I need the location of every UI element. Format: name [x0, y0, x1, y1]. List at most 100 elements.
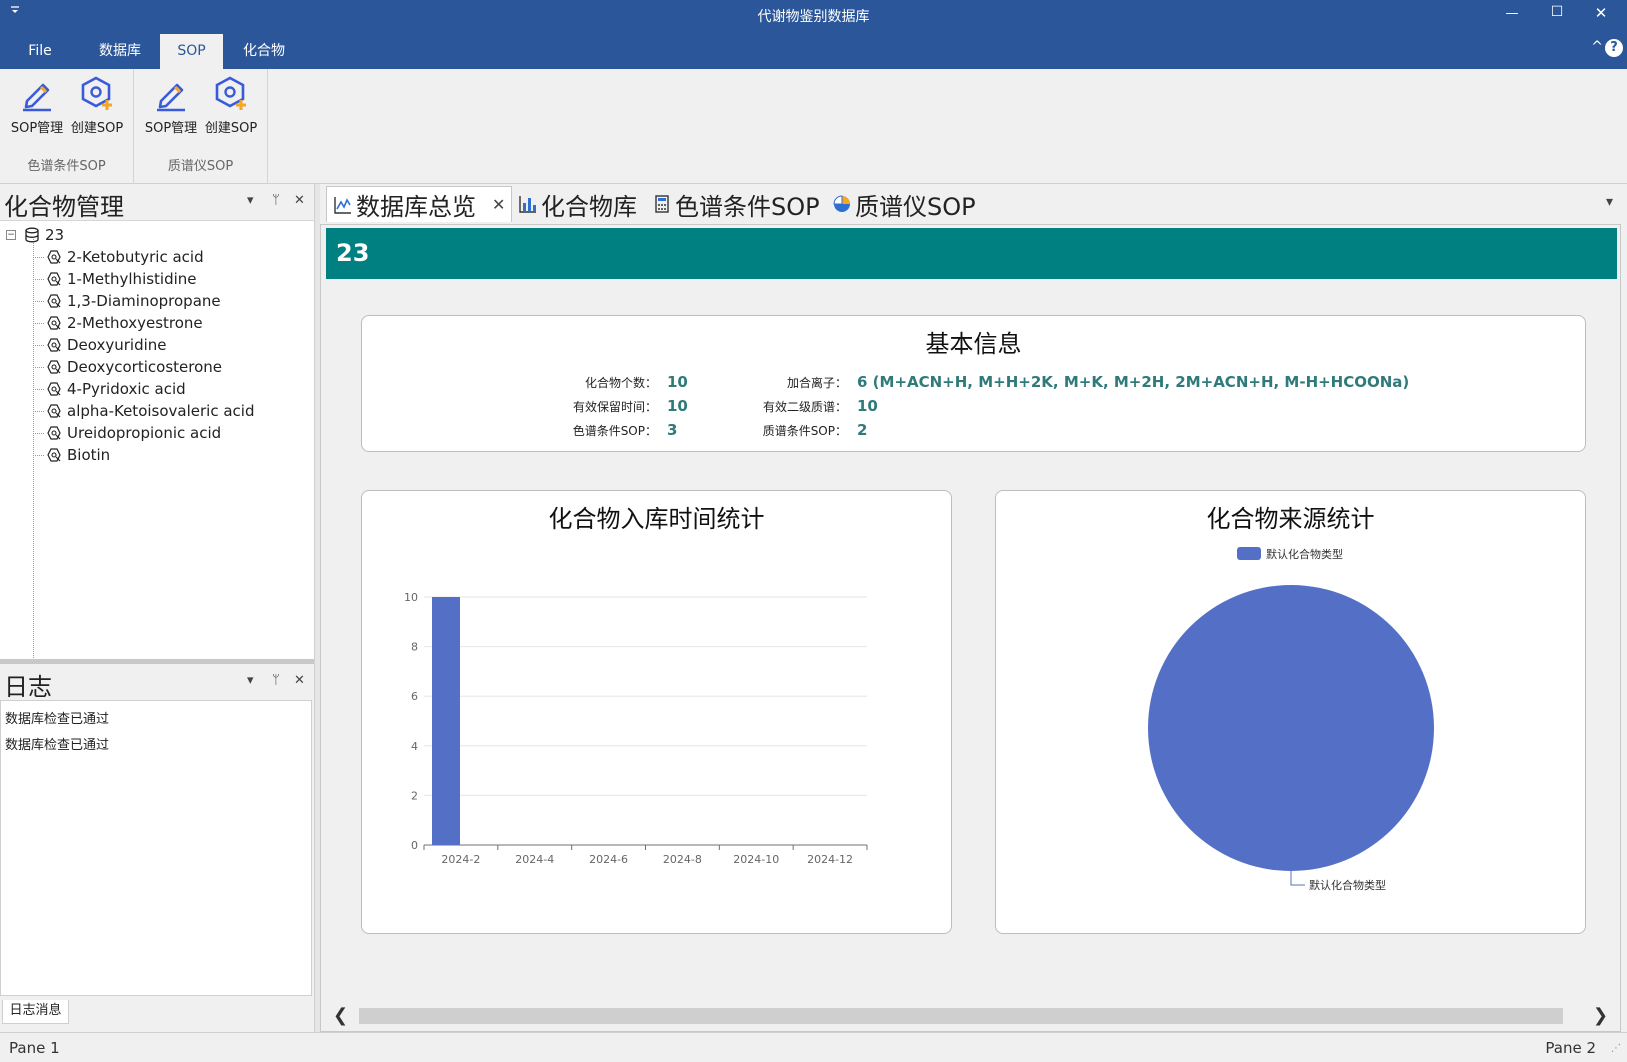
scroll-right-icon[interactable]: ❯ [1593, 1005, 1608, 1026]
tree-connector [33, 411, 44, 412]
compound-tree-item[interactable]: Deoxycorticosterone [46, 356, 222, 378]
horizontal-scrollbar[interactable]: ❮ ❯ [331, 1005, 1612, 1027]
resize-grip-icon[interactable]: ⋰ [1611, 1043, 1621, 1054]
chrom-sop-create-button[interactable]: 创建SOP [68, 75, 126, 136]
compound-name: Deoxyuridine [67, 336, 167, 354]
tree-connector [33, 433, 44, 434]
info-key: 加合离子： [786, 376, 847, 390]
hexagon-add-icon [215, 76, 246, 110]
status-pane-1: Pane 1 [9, 1039, 60, 1057]
log-list[interactable]: 数据库检查已通过 数据库检查已通过 [0, 700, 312, 996]
scroll-left-icon[interactable]: ❮ [333, 1005, 348, 1026]
compound-name: alpha-Ketoisovaleric acid [67, 402, 255, 420]
info-compound-count: 化合物个数： 10 [547, 373, 688, 391]
help-icon[interactable]: ? [1605, 39, 1623, 57]
panel-menu-icon[interactable]: ▾ [247, 193, 254, 208]
document-tabs: 数据库总览 ✕ 化合物库 色谱条件SOP 质谱仪SOP ▾ [320, 184, 1627, 224]
info-key: 质谱条件SOP： [762, 424, 847, 438]
molecule-icon [47, 294, 61, 308]
compound-tree-item[interactable]: 2-Ketobutyric acid [46, 246, 204, 268]
info-chrom-sop: 色谱条件SOP： 3 [547, 421, 678, 439]
compound-name: 1-Methylhistidine [67, 270, 197, 288]
doc-tab-chrom-sop[interactable]: 色谱条件SOP [652, 186, 820, 222]
edit-pencil-icon [23, 83, 51, 112]
calculator-icon [655, 195, 669, 213]
x-tick-label: 2024-10 [733, 853, 779, 866]
scroll-track[interactable] [359, 1008, 1563, 1024]
x-tick-label: 2024-6 [589, 853, 628, 866]
ms-sop-create-button[interactable]: 创建SOP [202, 75, 260, 136]
info-valid-ms2: 有效二级质谱： 10 [737, 397, 878, 415]
tree-root-node[interactable]: − 23 [6, 224, 64, 246]
molecule-icon [47, 316, 61, 330]
status-bar: Pane 1 Pane 2 ⋰ [0, 1032, 1627, 1062]
panel-close-icon[interactable]: ✕ [294, 193, 305, 208]
tree-connector [33, 301, 44, 302]
log-messages-tab[interactable]: 日志消息 [2, 1000, 69, 1024]
chrom-sop-manage-button[interactable]: SOP管理 [8, 75, 66, 136]
doc-tab-overview[interactable]: 数据库总览 ✕ [326, 186, 513, 222]
info-value: 10 [667, 373, 688, 391]
close-button[interactable]: ✕ [1586, 4, 1616, 22]
tree-root-label: 23 [45, 226, 65, 244]
info-key: 色谱条件SOP： [572, 424, 657, 438]
ribbon-tab-sop[interactable]: SOP [160, 34, 223, 69]
ribbon-tab-database[interactable]: 数据库 [90, 34, 150, 69]
compound-tree-item[interactable]: Biotin [46, 444, 110, 466]
panel-menu-icon[interactable]: ▾ [247, 673, 254, 688]
ribbon-group-label: 色谱条件SOP [27, 159, 106, 174]
tab-label: 色谱条件SOP [675, 192, 820, 221]
source-chart-card: 化合物来源统计 默认化合物类型 默认化合物类型 [995, 490, 1586, 934]
compound-tree-item[interactable]: 4-Pyridoxic acid [46, 378, 186, 400]
x-tick-label: 2024-8 [663, 853, 702, 866]
doc-tab-ms-sop[interactable]: 质谱仪SOP [832, 186, 976, 222]
info-key: 有效二级质谱： [762, 400, 847, 414]
basic-info-title: 基本信息 [925, 330, 1022, 358]
y-tick-label: 4 [411, 740, 418, 753]
minimize-button[interactable]: — [1497, 6, 1527, 21]
compound-tree-item[interactable]: 1,3-Diaminopropane [46, 290, 221, 312]
tab-label: 数据库总览 [356, 193, 476, 221]
database-banner: 23 [326, 228, 1617, 279]
panel-header: 日志 ▾ ᛘ ✕ [0, 664, 314, 701]
compound-tree-item[interactable]: 2-Methoxyestrone [46, 312, 203, 334]
maximize-button[interactable]: ☐ [1542, 4, 1572, 20]
pin-icon[interactable]: ᛘ [272, 193, 280, 208]
compound-tree-item[interactable]: 1-Methylhistidine [46, 268, 197, 290]
collapse-ribbon-icon[interactable]: ^ [1591, 39, 1603, 55]
compound-tree-item[interactable]: Deoxyuridine [46, 334, 167, 356]
tab-list-dropdown-icon[interactable]: ▾ [1606, 194, 1613, 210]
ribbon-group-chromatography-sop: SOP管理 创建SOP 色谱条件SOP [0, 69, 134, 184]
doc-tab-compound-library[interactable]: 化合物库 [518, 186, 637, 222]
tree-connector [33, 257, 44, 258]
tree-connector [33, 345, 44, 346]
pie-slice [1148, 585, 1434, 871]
pie-chart-icon [833, 195, 850, 212]
ribbon-tab-compound[interactable]: 化合物 [233, 34, 295, 69]
compound-management-panel: 化合物管理 ▾ ᛘ ✕ − 23 2-Ketobutyric acid 1-Met… [0, 184, 314, 668]
compound-name: 2-Methoxyestrone [67, 314, 203, 332]
hexagon-add-icon [81, 76, 112, 110]
ribbon-panel: SOP管理 创建SOP 色谱条件SOP SOP管理 创建SOP 质谱仪SOP [0, 69, 1627, 184]
pie-label-line [1290, 871, 1305, 886]
legend-label: 默认化合物类型 [1266, 547, 1343, 561]
molecule-icon [47, 404, 61, 418]
pin-icon[interactable]: ᛘ [272, 673, 280, 688]
ms-sop-manage-button[interactable]: SOP管理 [142, 75, 200, 136]
basic-info-card: 基本信息 化合物个数： 10 有效保留时间： 10 色谱条件SOP： 3 加合离… [361, 315, 1586, 452]
tab-close-icon[interactable]: ✕ [492, 195, 505, 214]
bar-chart-icon [519, 196, 536, 213]
compound-tree-item[interactable]: alpha-Ketoisovaleric acid [46, 400, 254, 422]
button-label: SOP管理 [144, 121, 198, 136]
window-title: 代谢物鉴别数据库 [757, 9, 870, 25]
compound-tree-item[interactable]: Ureidopropionic acid [46, 422, 221, 444]
collapse-icon[interactable]: − [6, 230, 16, 240]
molecule-icon [47, 448, 61, 462]
molecule-icon [47, 250, 61, 264]
log-panel: 日志 ▾ ᛘ ✕ 数据库检查已通过 数据库检查已通过 日志消息 [0, 664, 314, 1032]
ribbon-tab-file[interactable]: File [18, 34, 62, 69]
panel-close-icon[interactable]: ✕ [294, 673, 305, 688]
compound-name: Ureidopropionic acid [67, 424, 222, 442]
overview-document: 23 基本信息 化合物个数： 10 有效保留时间： 10 色谱条件SOP： 3 … [320, 224, 1621, 1032]
tree-connector [33, 367, 44, 368]
